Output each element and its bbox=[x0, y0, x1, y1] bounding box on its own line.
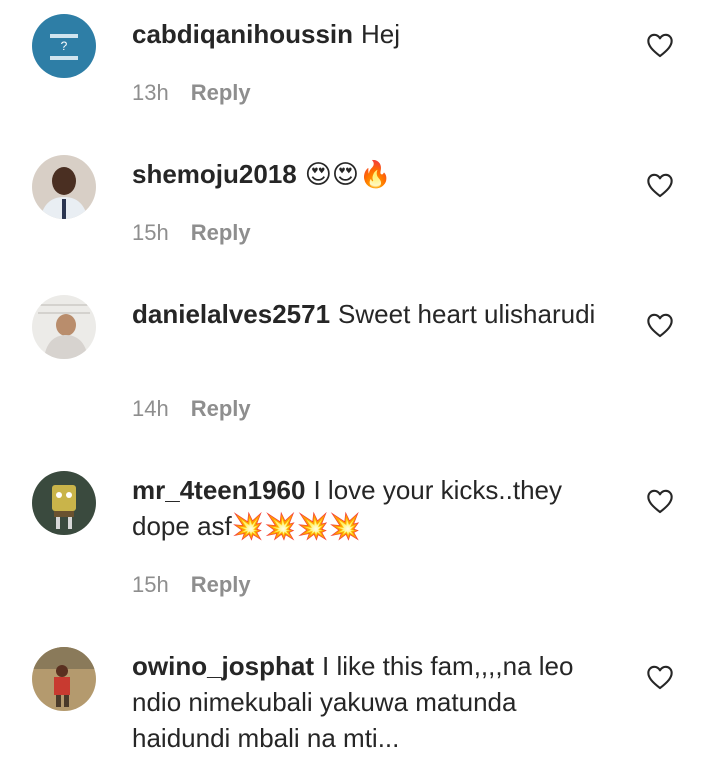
comment-username[interactable]: owino_josphat bbox=[132, 651, 314, 681]
comment-meta: 14h Reply bbox=[132, 394, 251, 424]
comment-time: 15h bbox=[132, 572, 169, 597]
avatar[interactable] bbox=[32, 647, 96, 711]
comment-username[interactable]: cabdiqanihoussin bbox=[132, 19, 353, 49]
reply-button[interactable]: Reply bbox=[191, 572, 251, 597]
comment-text: 😍😍🔥 bbox=[304, 160, 392, 190]
comment-username[interactable]: shemoju2018 bbox=[132, 159, 297, 189]
comment-meta: 15h Reply bbox=[132, 570, 251, 600]
reply-button[interactable]: Reply bbox=[191, 220, 251, 245]
avatar[interactable]: ? bbox=[32, 14, 96, 78]
avatar-image: ? bbox=[32, 14, 96, 78]
comment-time: 15h bbox=[132, 220, 169, 245]
reply-button[interactable]: Reply bbox=[191, 80, 251, 105]
heart-icon[interactable] bbox=[646, 664, 674, 690]
heart-icon[interactable] bbox=[646, 172, 674, 198]
comment-username[interactable]: danielalves2571 bbox=[132, 299, 330, 329]
comment-body: danielalves2571 Sweet heart ulisharudi bbox=[132, 296, 612, 332]
comment-body: mr_4teen1960 I love your kicks..they dope… bbox=[132, 472, 612, 544]
comment-time: 13h bbox=[132, 80, 169, 105]
comment-time: 14h bbox=[132, 396, 169, 421]
reply-button[interactable]: Reply bbox=[191, 396, 251, 421]
heart-icon[interactable] bbox=[646, 32, 674, 58]
avatar-image bbox=[32, 155, 96, 219]
avatar[interactable] bbox=[32, 155, 96, 219]
comment-body: cabdiqanihoussin Hej bbox=[132, 16, 612, 52]
comments-list: ? cabdiqanihoussin Hej 13h Reply shemoju20… bbox=[0, 0, 720, 777]
heart-icon[interactable] bbox=[646, 488, 674, 514]
avatar-image bbox=[32, 295, 96, 359]
comment-meta: 15h Reply bbox=[132, 218, 251, 248]
avatar[interactable] bbox=[32, 471, 96, 535]
comment-text: Sweet heart ulisharudi bbox=[338, 299, 596, 329]
comment-text: Hej bbox=[361, 19, 401, 49]
svg-text:?: ? bbox=[61, 39, 68, 53]
heart-icon[interactable] bbox=[646, 312, 674, 338]
avatar-image bbox=[32, 647, 96, 711]
comment-body: shemoju2018 😍😍🔥 bbox=[132, 156, 612, 193]
avatar[interactable] bbox=[32, 295, 96, 359]
comment-body: owino_josphat I like this fam,,,,na leo n… bbox=[132, 648, 612, 756]
comment-username[interactable]: mr_4teen1960 bbox=[132, 475, 305, 505]
avatar-image bbox=[32, 471, 96, 535]
comment-meta: 13h Reply bbox=[132, 78, 251, 108]
